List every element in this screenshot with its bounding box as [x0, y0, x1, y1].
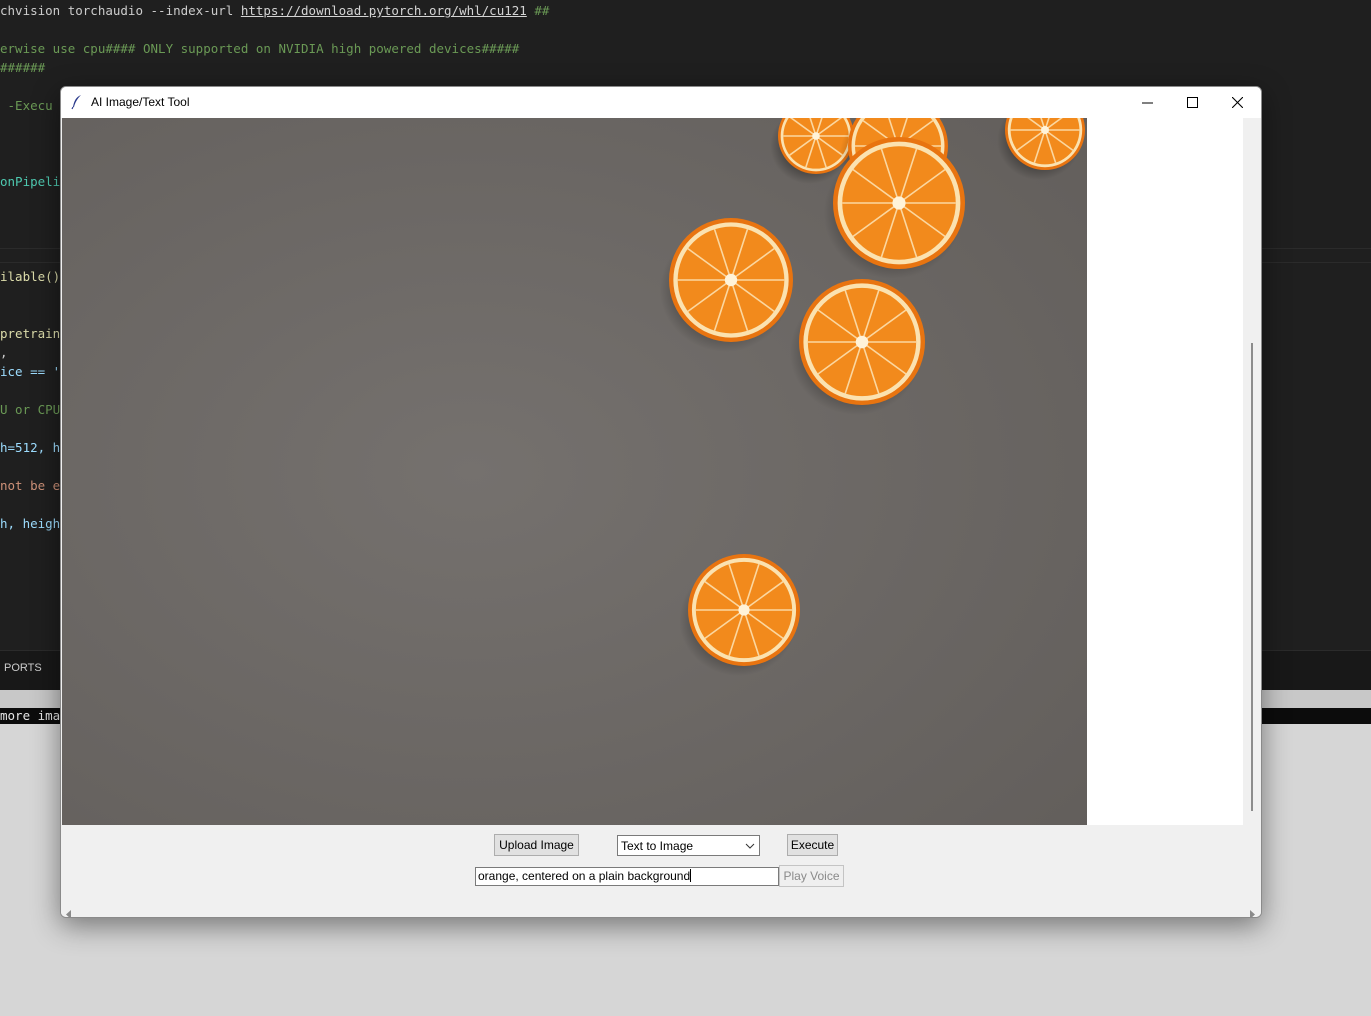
minimize-icon [1141, 102, 1153, 104]
code-line: U or CPU [0, 402, 61, 417]
title-bar[interactable]: AI Image/Text Tool [61, 87, 1261, 118]
code-line: chvision torchaudio --index-url https://… [0, 3, 550, 18]
text-caret [690, 869, 692, 882]
code-line: h=512, h [0, 440, 61, 455]
code-line: , [0, 345, 8, 360]
minimize-button[interactable] [1124, 87, 1170, 118]
code-line: pretrain [0, 326, 61, 341]
tab-ports[interactable]: PORTS [4, 662, 42, 674]
maximize-button[interactable] [1169, 87, 1215, 118]
terminal-text: more imag [0, 708, 68, 723]
chevron-down-icon [745, 840, 755, 854]
execute-button[interactable]: Execute [787, 834, 838, 856]
code-line: erwise use cpu#### ONLY supported on NVI… [0, 41, 520, 56]
app-window: AI Image/Text Tool Upload Image Text to … [60, 86, 1262, 918]
scroll-left-icon[interactable] [65, 904, 73, 917]
scroll-right-icon[interactable] [1248, 904, 1256, 917]
upload-image-button[interactable]: Upload Image [494, 834, 579, 856]
generated-image [62, 118, 1087, 825]
close-button[interactable] [1214, 87, 1260, 118]
code-line: h, heigh [0, 516, 61, 531]
play-voice-button[interactable]: Play Voice [779, 865, 844, 887]
code-line: onPipelin [0, 174, 68, 189]
mode-select-value: Text to Image [621, 839, 694, 853]
window-title: AI Image/Text Tool [91, 95, 190, 109]
code-line: ilable() [0, 269, 61, 284]
mode-select[interactable]: Text to Image [617, 835, 760, 856]
prompt-input-value: orange, centered on a plain background [478, 869, 691, 883]
horizontal-scrollbar[interactable] [61, 900, 1261, 917]
code-line: ###### [0, 60, 46, 75]
feather-icon [71, 94, 83, 114]
prompt-input[interactable]: orange, centered on a plain background [475, 867, 779, 886]
code-line: ice == ' [0, 364, 61, 379]
code-line: not be e [0, 478, 61, 493]
vertical-scrollbar[interactable] [1244, 118, 1260, 825]
image-canvas [62, 118, 1243, 825]
maximize-icon [1186, 97, 1198, 108]
code-line: -Execu [0, 98, 53, 113]
close-icon [1231, 97, 1243, 108]
vertical-scroll-thumb[interactable] [1251, 343, 1253, 811]
